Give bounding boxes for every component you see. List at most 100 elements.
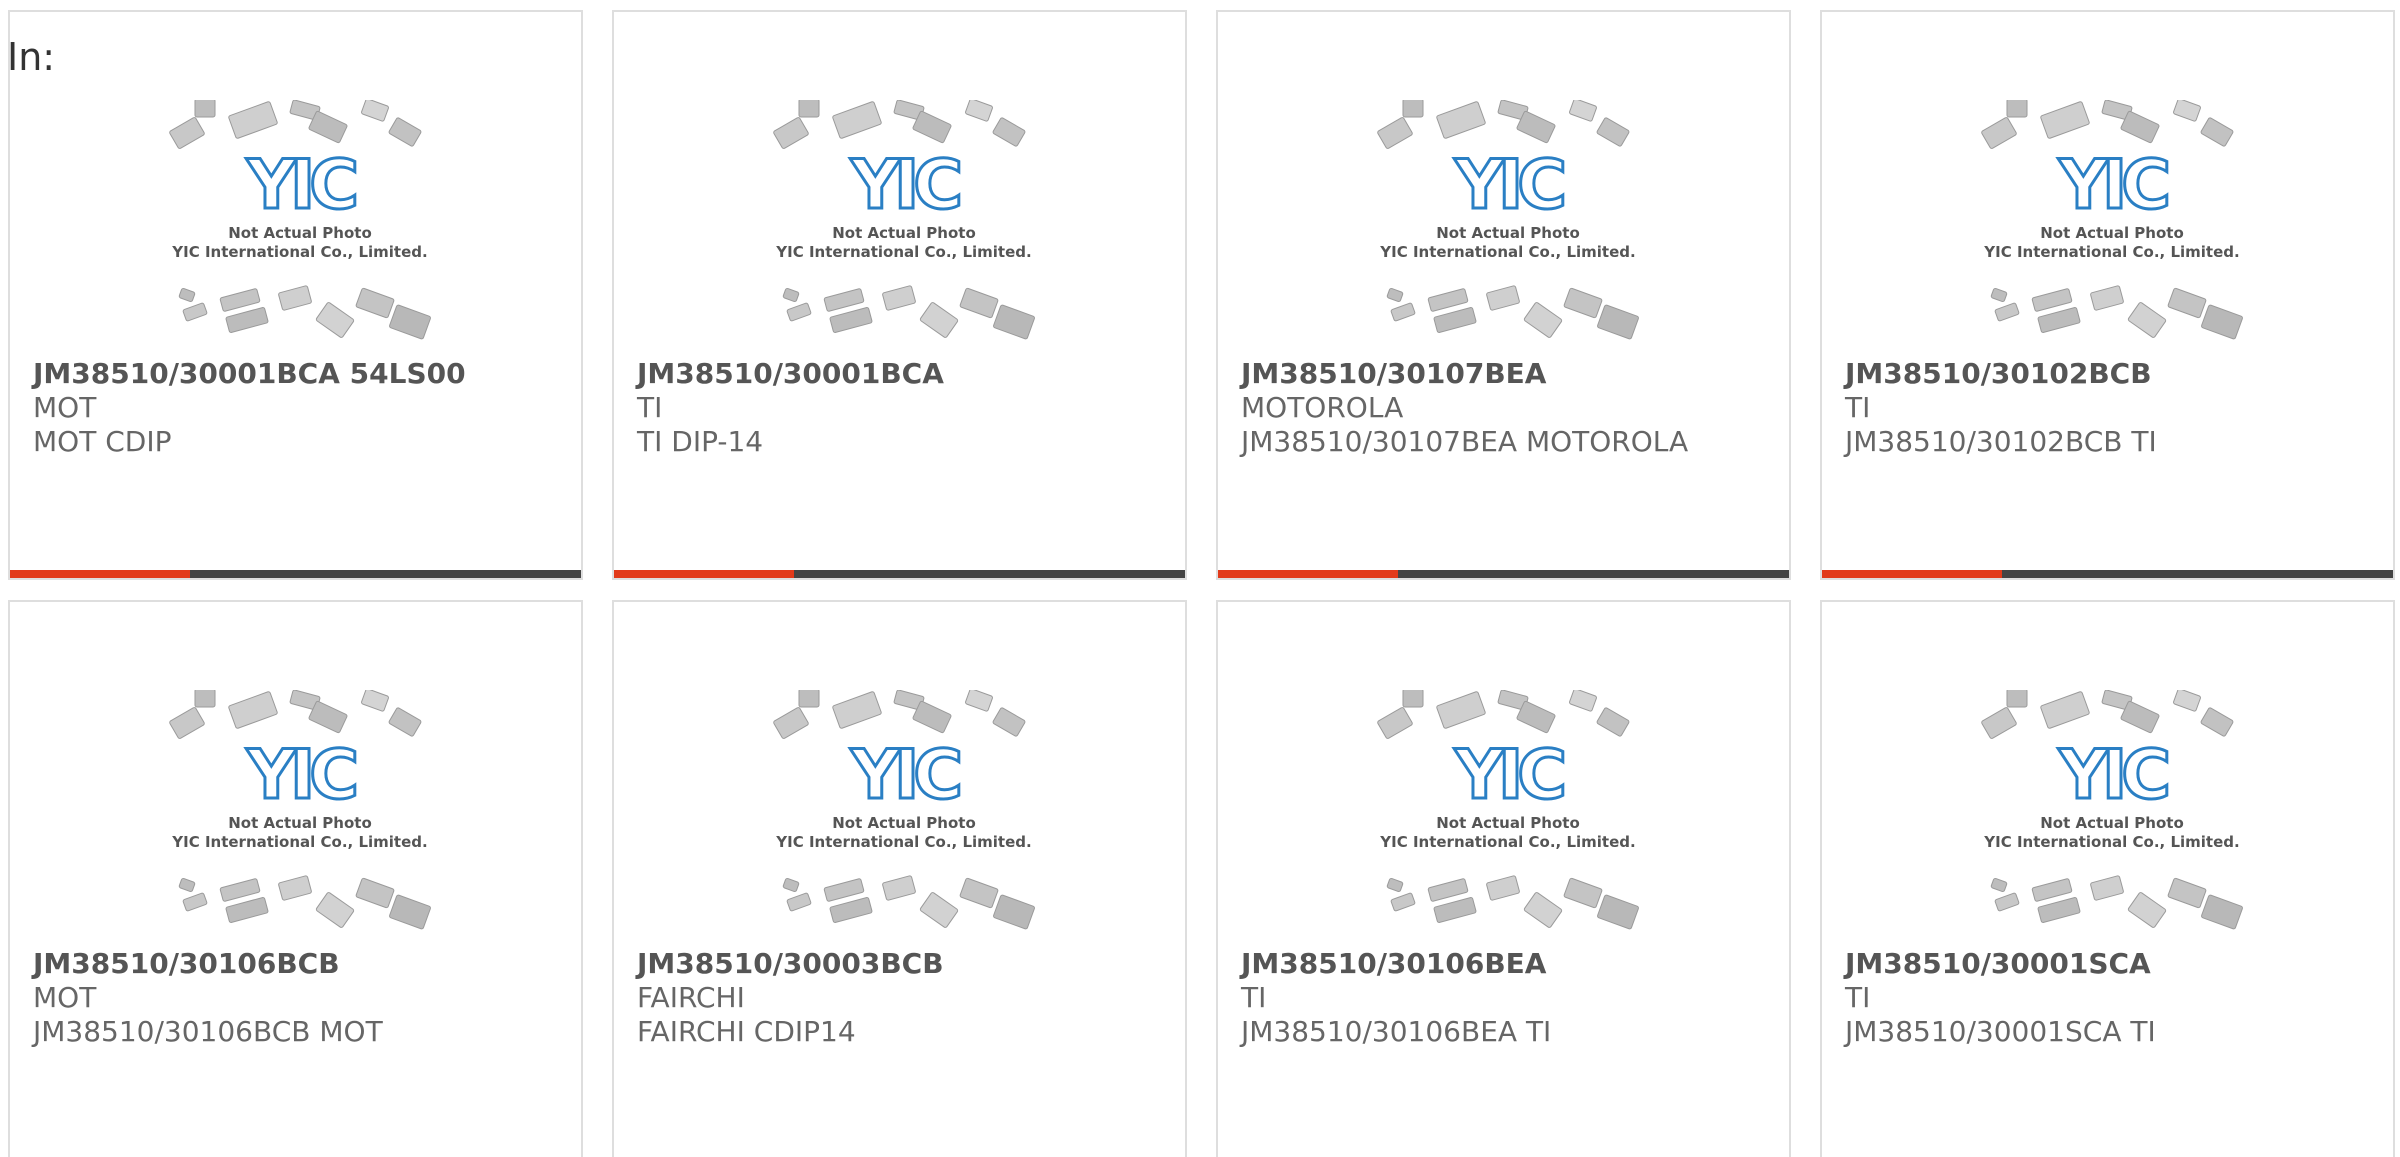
chip-illustration <box>361 690 389 712</box>
company-caption: YIC International Co., Limited. <box>171 243 427 261</box>
accent-bar <box>614 570 794 578</box>
yic-logo: YIC <box>2058 736 2168 815</box>
part-number[interactable]: JM38510/30107BEA <box>1241 357 1779 391</box>
chip-illustration <box>2037 307 2081 333</box>
chip-illustration <box>912 110 952 144</box>
chip-illustration <box>829 897 873 923</box>
chip-illustration <box>1402 690 1424 708</box>
chip-illustration <box>182 892 208 912</box>
chip-illustration <box>829 307 873 333</box>
description: JM38510/30106BCB MOT <box>33 1015 383 1048</box>
chip-illustration <box>2173 690 2201 712</box>
chip-illustration <box>919 892 959 928</box>
brand: MOTOROLA <box>1241 391 1404 424</box>
card-footer-bar <box>614 570 1185 578</box>
product-card[interactable]: YIC Not Actual Photo YIC International Co.… <box>1216 600 1791 1157</box>
part-number[interactable]: JM38510/30003BCB <box>637 947 1175 981</box>
chip-illustration <box>194 690 216 708</box>
chip-illustration <box>1433 897 1477 923</box>
company-caption: YIC International Co., Limited. <box>775 833 1031 851</box>
product-card[interactable]: YIC Not Actual Photo YIC International Co.… <box>8 600 583 1157</box>
yic-logo: YIC <box>1454 736 1564 815</box>
yic-logo: YIC <box>850 736 960 815</box>
company-caption: YIC International Co., Limited. <box>775 243 1031 261</box>
chip-illustration <box>389 894 431 930</box>
not-actual-photo-caption: Not Actual Photo <box>228 814 372 832</box>
brand: TI <box>1241 981 1267 1014</box>
in-label: In: <box>7 35 56 79</box>
chip-illustration <box>1377 117 1413 149</box>
chip-illustration <box>773 707 809 739</box>
not-actual-photo-graphic: YICNot Actual PhotoYIC International Co.… <box>1377 690 1639 930</box>
chip-illustration <box>2037 897 2081 923</box>
chip-illustration <box>965 690 993 712</box>
chip-illustration <box>798 100 820 118</box>
placeholder-photo: YIC Not Actual Photo YIC International Co.… <box>1373 690 1643 942</box>
chip-illustration <box>2201 304 2243 340</box>
chip-illustration <box>1569 690 1597 712</box>
chip-illustration <box>278 875 312 901</box>
description: JM38510/30106BEA TI <box>1241 1015 1552 1048</box>
chip-illustration <box>228 691 278 729</box>
chip-illustration <box>1597 894 1639 930</box>
product-card[interactable]: YIC Not Actual Photo YIC International Co.… <box>612 10 1187 580</box>
chip-illustration <box>912 700 952 734</box>
not-actual-photo-caption: Not Actual Photo <box>832 224 976 242</box>
accent-bar <box>1822 570 2002 578</box>
part-number[interactable]: JM38510/30001BCA 54LS00 <box>33 357 571 391</box>
chip-illustration <box>993 894 1035 930</box>
not-actual-photo-caption: Not Actual Photo <box>2040 814 2184 832</box>
product-card[interactable]: YIC Not Actual Photo YIC International Co.… <box>612 600 1187 1157</box>
not-actual-photo-caption: Not Actual Photo <box>832 814 976 832</box>
brand: MOT <box>33 391 97 424</box>
chip-illustration <box>919 302 959 338</box>
product-card[interactable]: YIC Not Actual Photo YIC International Co.… <box>1820 600 2395 1157</box>
part-number[interactable]: JM38510/30102BCB <box>1845 357 2383 391</box>
product-grid-page: In: YIC Not Actual Photo YIC International… <box>0 0 2400 1157</box>
chip-illustration <box>798 690 820 708</box>
product-card[interactable]: YIC Not Actual Photo YIC International Co.… <box>1216 10 1791 580</box>
chip-illustration <box>1436 691 1486 729</box>
chip-illustration <box>1377 707 1413 739</box>
chip-illustration <box>355 877 395 909</box>
yic-logo: YIC <box>850 146 960 225</box>
description: JM38510/30107BEA MOTOROLA <box>1241 425 1689 458</box>
chip-illustration <box>2040 101 2090 139</box>
chip-illustration <box>1994 302 2020 322</box>
company-caption: YIC International Co., Limited. <box>171 833 427 851</box>
chip-illustration <box>1390 892 1416 912</box>
chip-illustration <box>361 100 389 122</box>
part-number[interactable]: JM38510/30001SCA <box>1845 947 2383 981</box>
description: FAIRCHI CDIP14 <box>637 1015 856 1048</box>
chip-illustration <box>2200 707 2234 737</box>
part-number[interactable]: JM38510/30106BCB <box>33 947 571 981</box>
not-actual-photo-graphic: YICNot Actual PhotoYIC International Co.… <box>169 100 431 340</box>
chip-illustration <box>219 878 261 902</box>
placeholder-photo: YIC Not Actual Photo YIC International Co.… <box>165 100 435 352</box>
description: JM38510/30001SCA TI <box>1845 1015 2156 1048</box>
product-card[interactable]: YIC Not Actual Photo YIC International Co.… <box>8 10 583 580</box>
chip-illustration <box>1990 877 2008 893</box>
not-actual-photo-caption: Not Actual Photo <box>1436 224 1580 242</box>
brand: TI <box>1845 391 1871 424</box>
description: MOT CDIP <box>33 425 172 458</box>
card-footer-bar <box>10 570 581 578</box>
chip-illustration <box>959 287 999 319</box>
chip-illustration <box>178 287 196 303</box>
part-number[interactable]: JM38510/30001BCA <box>637 357 1175 391</box>
company-caption: YIC International Co., Limited. <box>1379 243 1635 261</box>
chip-illustration <box>823 878 865 902</box>
brand: FAIRCHI <box>637 981 745 1014</box>
chip-illustration <box>225 897 269 923</box>
brand: TI <box>1845 981 1871 1014</box>
chip-illustration <box>278 285 312 311</box>
chip-illustration <box>2120 700 2160 734</box>
part-number[interactable]: JM38510/30106BEA <box>1241 947 1779 981</box>
chip-illustration <box>169 707 205 739</box>
chip-illustration <box>1436 101 1486 139</box>
product-card[interactable]: YIC Not Actual Photo YIC International Co.… <box>1820 10 2395 580</box>
yic-logo: YIC <box>1454 146 1564 225</box>
chip-illustration <box>1486 875 1520 901</box>
not-actual-photo-caption: Not Actual Photo <box>2040 224 2184 242</box>
chip-illustration <box>786 302 812 322</box>
